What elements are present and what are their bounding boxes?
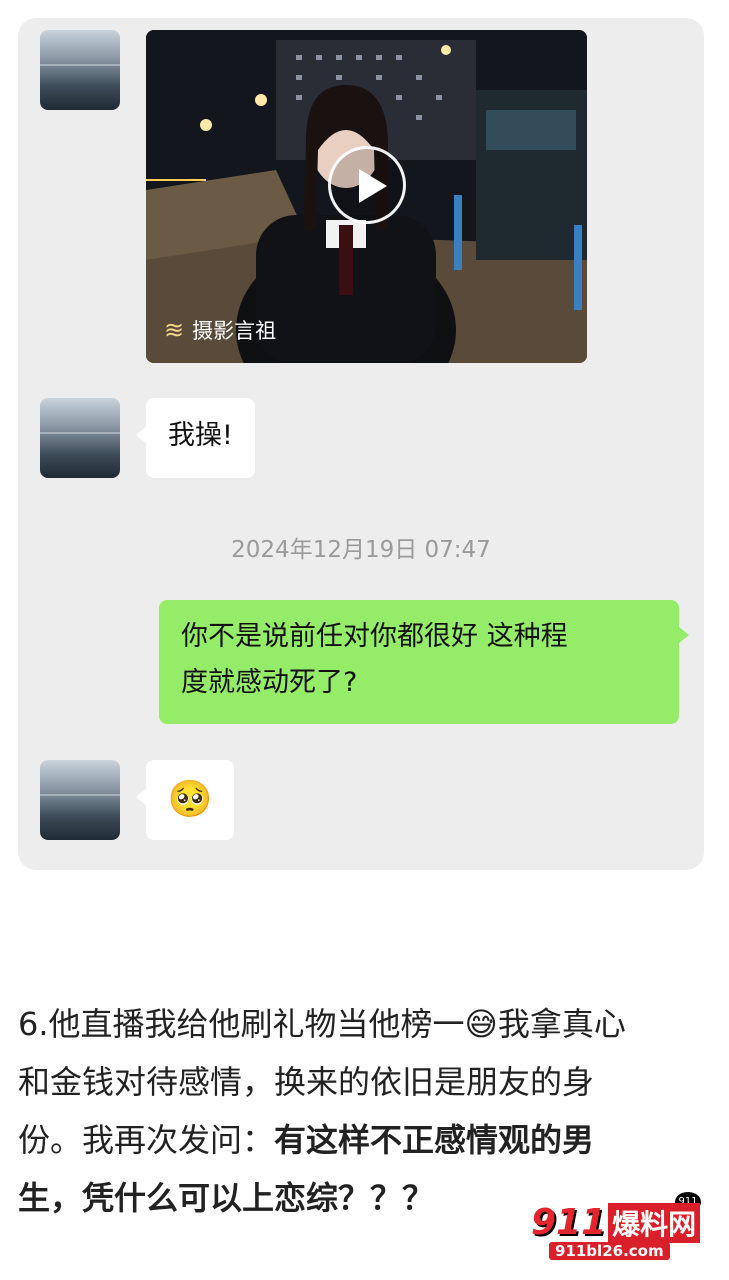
site-watermark-logo: 911 911 爆料网 911bl26.com [531, 1192, 717, 1264]
video-channel-tag: ≋ 摄影言祖 [164, 315, 276, 345]
contact-avatar[interactable] [40, 30, 120, 110]
contact-avatar[interactable] [40, 398, 120, 478]
message-text: 我操! [168, 420, 233, 451]
chat-panel: ≋ 摄影言祖 我操! 2024年12月19日 07:47 你不是说前任对你都很好… [18, 18, 704, 870]
pleading-face-emoji: 🥺 [167, 779, 213, 820]
message-text-line: 度就感动死了? [181, 666, 358, 698]
message-bubble[interactable]: 我操! [136, 398, 255, 478]
own-message-bubble[interactable]: 你不是说前任对你都很好 这种程 度就感动死了? [159, 600, 689, 724]
logo-url: 911bl26.com [549, 1242, 670, 1260]
play-button[interactable] [328, 146, 406, 224]
video-message[interactable]: ≋ 摄影言祖 [146, 30, 587, 363]
logo-number: 911 [531, 1202, 607, 1243]
article-line: 和金钱对待感情，换来的依旧是朋友的身 [18, 1063, 595, 1101]
message-timestamp: 2024年12月19日 07:47 [231, 537, 491, 563]
message-text-line: 你不是说前任对你都很好 这种程 [181, 621, 568, 652]
article-line: 6.他直播我给他刷礼物当他榜一😅我拿真心 [18, 1005, 626, 1043]
sweat-smile-emoji: 😅 [464, 1005, 498, 1043]
channel-name: 摄影言祖 [192, 319, 277, 343]
logo-name: 爆料网 [608, 1203, 701, 1243]
article-line: 份。我再次发问：有这样不正感情观的男 [18, 1121, 595, 1159]
emoji-message-bubble[interactable]: 🥺 [136, 760, 234, 840]
wave-logo-icon: ≋ [164, 316, 185, 344]
contact-avatar[interactable] [40, 760, 120, 840]
